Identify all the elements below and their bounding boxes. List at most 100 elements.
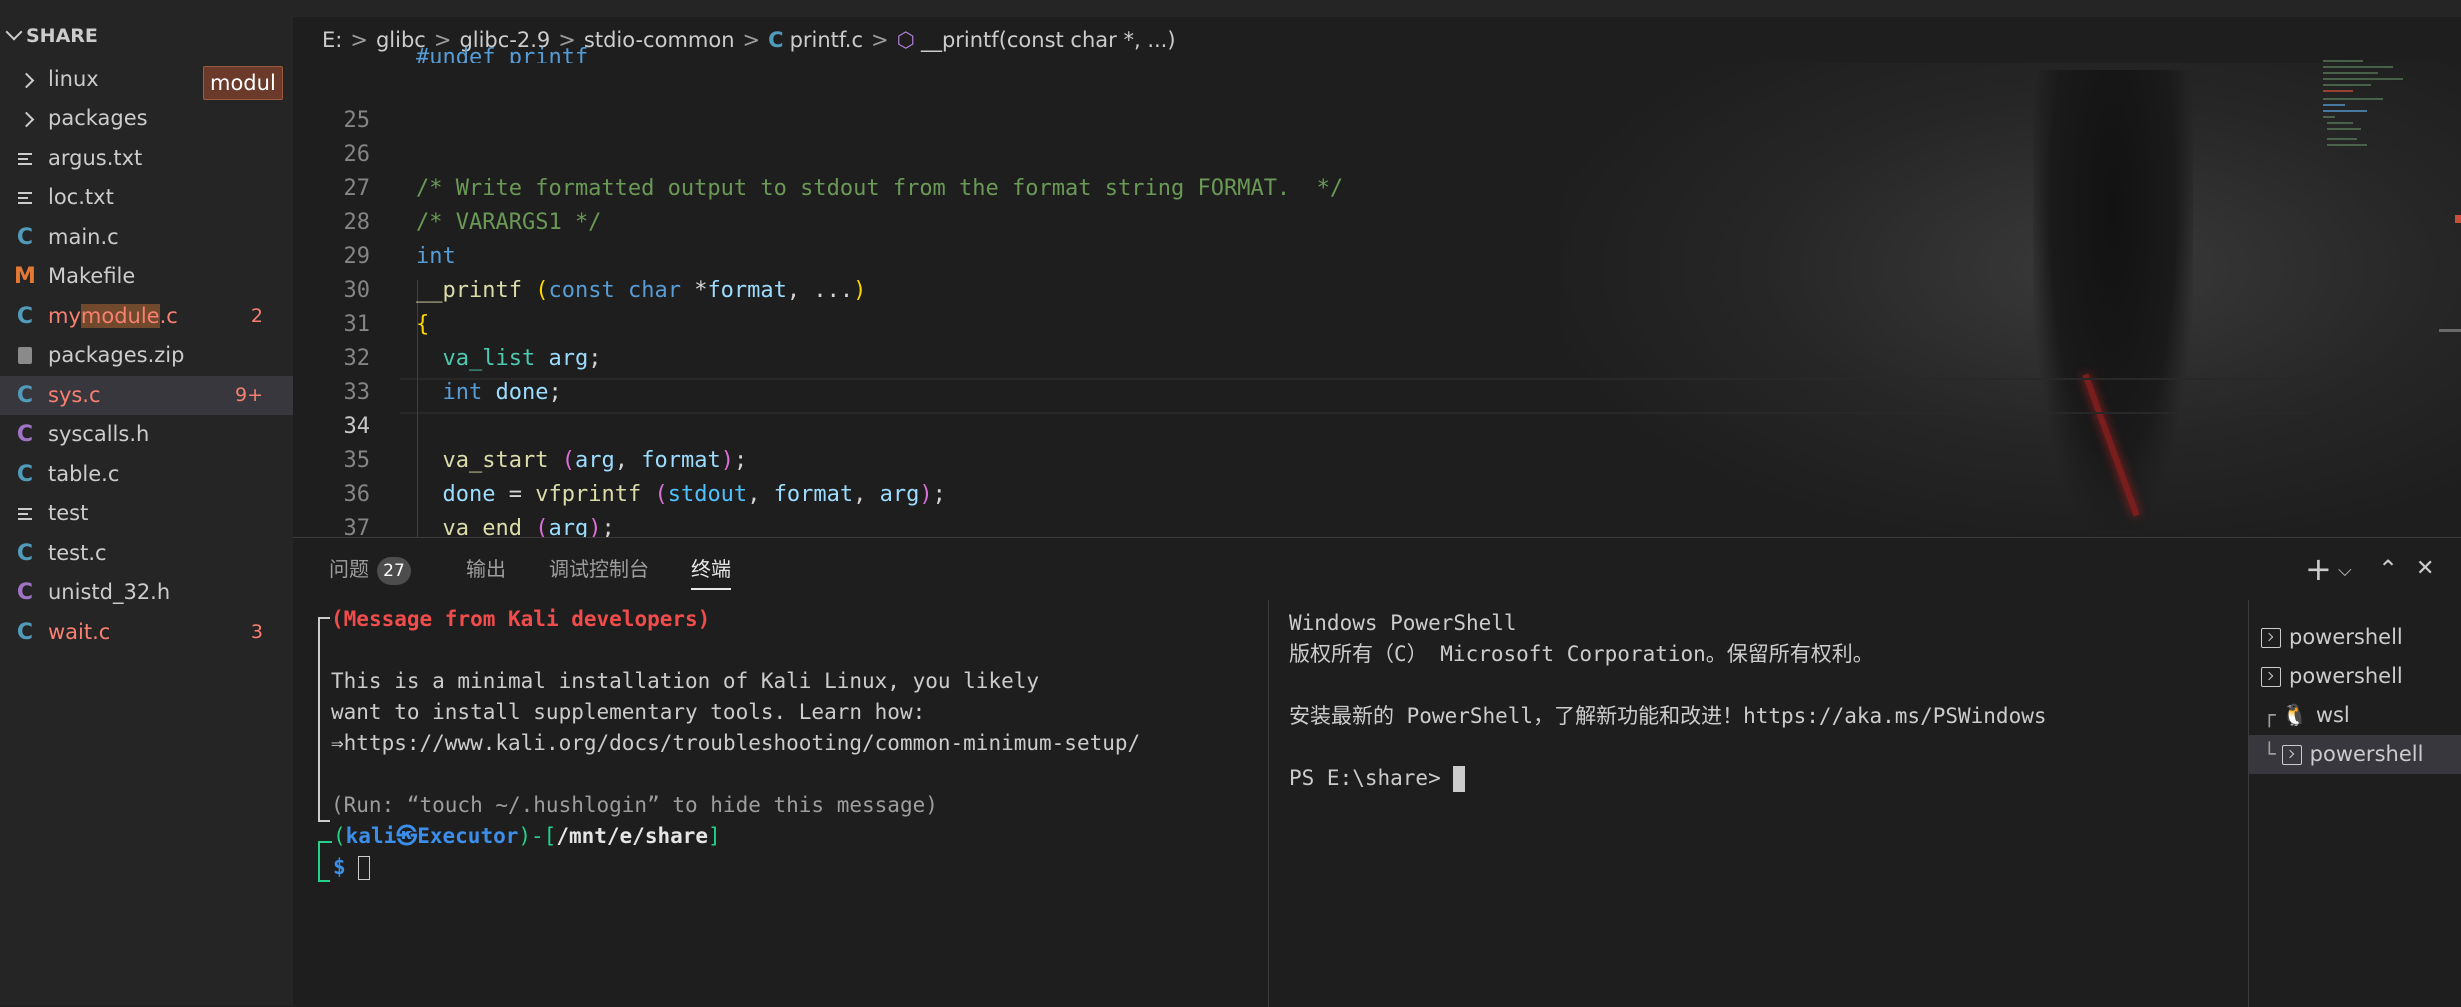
prompt-border — [318, 841, 332, 843]
code-line-32[interactable]: 32 int done; — [293, 308, 2461, 405]
tree-item-label: main.c — [48, 225, 119, 249]
prompt-path: /mnt/e/share — [556, 824, 709, 848]
code-line-31[interactable]: 31 va_list arg; — [293, 274, 2461, 371]
explorer-sidebar: SHARE linux packages argus.txt loc.txt C… — [0, 0, 293, 1006]
tree-item-label: table.c — [48, 462, 120, 486]
box-border-top — [318, 617, 330, 619]
code-editor[interactable]: E: > glibc > glibc-2.9 > stdio-common > Cprintf.… — [293, 0, 2461, 537]
label-part: .c — [159, 304, 178, 328]
tree-item-label: test.c — [48, 541, 107, 565]
editor-tab-strip[interactable] — [293, 0, 2461, 17]
terminal-split-divider[interactable] — [1268, 600, 1269, 1007]
terminal-wsl[interactable]: (Message from Kali developers) This is a… — [315, 604, 1260, 1004]
tab-label: 问题 — [329, 557, 369, 581]
code-line-27[interactable]: 27 /* VARARGS1 */ — [293, 138, 2461, 235]
problem-count-badge: 9+ — [234, 384, 263, 406]
archive-file-icon — [14, 336, 36, 377]
tree-item-label: argus.txt — [48, 146, 143, 170]
tree-item-label: packages.zip — [48, 343, 185, 367]
tree-item-test-c[interactable]: C test.c — [0, 534, 293, 573]
tree-item-label: mymodule.c — [48, 297, 178, 336]
text-file-icon — [14, 494, 36, 534]
tree-item-packages[interactable]: packages — [0, 99, 293, 138]
c-file-icon: C — [16, 383, 34, 408]
prompt-text: PS E:\share> — [1289, 766, 1454, 790]
tree-item-label: linux — [48, 67, 99, 91]
terminal-tab-label: wsl — [2315, 703, 2350, 727]
code-line-30[interactable]: 30 { — [293, 240, 2461, 337]
chevron-right-icon — [14, 60, 36, 99]
close-panel-icon[interactable]: ✕ — [2416, 554, 2434, 584]
code-line-28[interactable]: 28 int — [293, 172, 2461, 269]
terminal-line: 安装最新的 PowerShell，了解新功能和改进！https://aka.ms… — [1289, 704, 2047, 728]
terminal-tab-powershell-2[interactable]: powershell — [2249, 657, 2461, 696]
code-line-33[interactable]: 33 — [293, 342, 2461, 405]
overview-ruler-error-mark — [2455, 215, 2461, 223]
terminal-powershell[interactable]: Windows PowerShell 版权所有（C） Microsoft Cor… — [1289, 608, 2219, 998]
tree-item-unistd-32-h[interactable]: C unistd_32.h — [0, 573, 293, 612]
prompt-user: kali — [345, 824, 397, 848]
find-widget-match-tag: modul — [203, 66, 283, 100]
c-file-icon: C — [16, 304, 34, 329]
tab-terminal[interactable]: 终端 — [691, 550, 731, 590]
terminal-line: This is a minimal installation of Kali L… — [331, 669, 1040, 693]
tree-item-loc-txt[interactable]: loc.txt — [0, 178, 293, 217]
code-line-35[interactable]: 35 done = vfprintf (stdout, format, arg)… — [293, 410, 2461, 507]
problem-count-badge: 3 — [250, 621, 263, 643]
code-line-37[interactable]: 37 — [293, 478, 2461, 537]
header-file-icon: C — [16, 580, 34, 605]
prompt-host: Executor — [417, 824, 519, 848]
header-file-icon: C — [16, 422, 34, 447]
code-line-25[interactable]: 25 — [293, 70, 2461, 133]
chevron-down-icon[interactable]: ⌵ — [2338, 556, 2352, 586]
terminal-input-line[interactable]: PS E:\share> — [1289, 763, 1466, 794]
tree-item-packages-zip[interactable]: packages.zip — [0, 336, 293, 375]
tree-item-argus-txt[interactable]: argus.txt — [0, 139, 293, 178]
c-file-icon: C — [16, 225, 34, 250]
tree-item-label: wait.c — [48, 620, 111, 644]
code-line-26[interactable]: 26 /* Write formatted output to stdout f… — [293, 104, 2461, 201]
kali-message-title: Message from Kali developers — [343, 607, 698, 631]
tree-item-label: sys.c — [48, 383, 101, 407]
terminal-tab-label: powershell — [2289, 625, 2403, 649]
prompt-border — [318, 880, 330, 882]
add-terminal-icon[interactable]: + — [2305, 553, 2332, 585]
problems-count-badge: 27 — [377, 557, 411, 585]
terminal-input-line[interactable]: $ — [333, 852, 371, 883]
terminal-line: ⇒https://www.kali.org/docs/troubleshooti… — [331, 728, 1140, 759]
terminal-tab-powershell-3[interactable]: └ powershell — [2249, 735, 2461, 774]
code-line-29[interactable]: 29 __printf (const char *format, ...) — [293, 206, 2461, 303]
tree-item-mymodule-c[interactable]: C mymodule.c 2 — [0, 297, 293, 336]
tree-item-main-c[interactable]: C main.c — [0, 218, 293, 257]
box-border-left — [318, 617, 320, 822]
maximize-panel-icon[interactable]: ⌃ — [2378, 554, 2398, 584]
tab-problems[interactable]: 问题 27 — [329, 550, 411, 588]
tree-item-makefile[interactable]: M Makefile — [0, 257, 293, 296]
split-connector: └ — [2263, 742, 2276, 766]
terminal-line: (Message from Kali developers) — [331, 607, 711, 631]
terminal-line: want to install supplementary tools. Lea… — [331, 700, 926, 724]
terminal-tab-wsl[interactable]: ┌ 🐧 wsl — [2249, 696, 2461, 735]
terminal-tab-powershell-1[interactable]: powershell — [2249, 618, 2461, 657]
tree-item-syscalls-h[interactable]: C syscalls.h — [0, 415, 293, 454]
terminal-line: Windows PowerShell — [1289, 611, 1517, 635]
tab-debug-console[interactable]: 调试控制台 — [549, 550, 649, 588]
explorer-folder-header[interactable]: SHARE — [0, 0, 293, 46]
tree-item-wait-c[interactable]: C wait.c 3 — [0, 613, 293, 652]
terminal-line: 版权所有（C） Microsoft Corporation。保留所有权利。 — [1289, 642, 1874, 666]
tree-item-test[interactable]: test — [0, 494, 293, 533]
tree-item-sys-c[interactable]: C sys.c 9+ — [0, 376, 293, 415]
tree-item-label: unistd_32.h — [48, 580, 171, 604]
search-match-highlight: module — [80, 304, 160, 328]
code-line-34[interactable]: 34 va_start (arg, format); — [293, 376, 2461, 473]
tab-output[interactable]: 输出 — [466, 550, 506, 588]
tree-item-table-c[interactable]: C table.c — [0, 455, 293, 494]
chevron-down-icon — [5, 23, 23, 41]
tree-item-label: packages — [48, 106, 148, 130]
minimap[interactable] — [2323, 58, 2411, 158]
box-border-bottom — [318, 820, 330, 822]
tree-item-label: test — [48, 501, 89, 525]
terminal-link[interactable]: https://www.kali.org/docs/troubleshootin… — [344, 731, 1141, 755]
code-line-36[interactable]: 36 va_end (arg); — [293, 444, 2461, 537]
code-line-38[interactable]: 38 return done; — [293, 512, 2461, 537]
